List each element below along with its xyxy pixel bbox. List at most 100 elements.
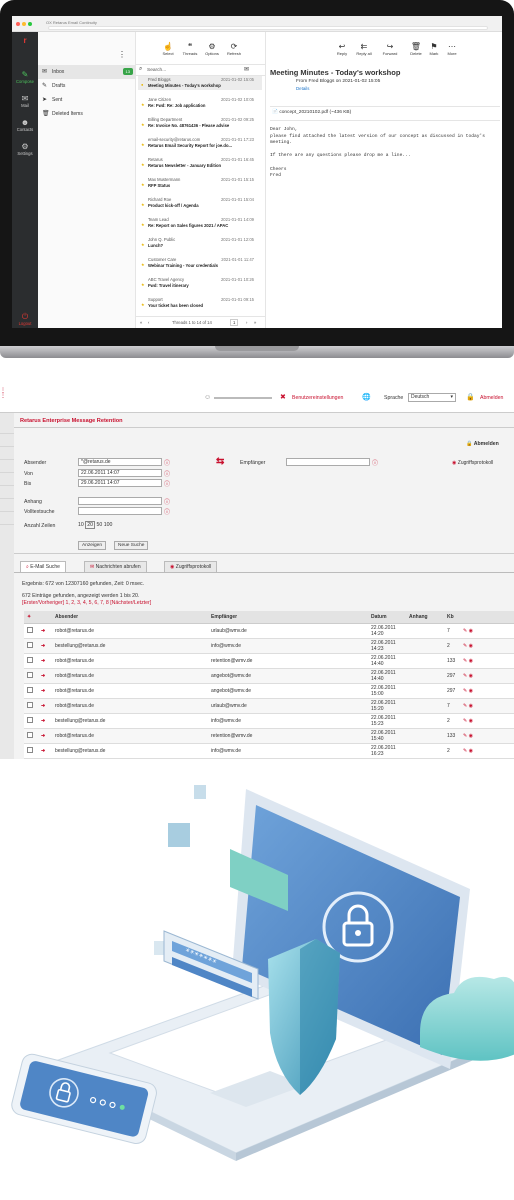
nav-logout[interactable]: ⏻ Logout — [12, 312, 38, 326]
last-page-icon[interactable]: » — [254, 320, 256, 325]
maximize-window-icon[interactable] — [28, 22, 32, 26]
message-row[interactable]: Richard Roe 2021-01-01 15:04 ★ Product kick… — [138, 196, 262, 210]
message-row[interactable]: Customer Care 2021-01-01 11:47 ★ Webinar Tr… — [138, 256, 262, 270]
select-cell[interactable] — [24, 623, 38, 639]
edit-icon[interactable]: ✎ — [463, 628, 467, 634]
select-cell[interactable] — [24, 713, 38, 729]
folder-sent[interactable]: ➤ Sent — [38, 93, 136, 107]
access-log-link[interactable]: ◉ Zugriffsprotokoll — [452, 460, 493, 466]
eye-icon[interactable]: ◉ — [469, 658, 473, 664]
swap-arrows-icon[interactable]: ⇆ — [216, 456, 224, 467]
details-link[interactable]: Details — [296, 86, 309, 91]
edit-icon[interactable]: ✎ — [463, 733, 467, 739]
reply-all-button[interactable]: ⇇ Reply all — [352, 42, 376, 56]
row-checkbox[interactable] — [27, 686, 33, 693]
row-checkbox[interactable] — [27, 746, 33, 753]
info-icon[interactable]: ⓘ — [164, 497, 170, 506]
eye-icon[interactable]: ◉ — [469, 718, 473, 724]
sender-input[interactable]: *@retarus.de — [78, 458, 162, 466]
message-row[interactable]: Billing Department 2021-01-02 09:25 ★ Re: I… — [138, 116, 262, 130]
edit-icon[interactable]: ✎ — [463, 658, 467, 664]
next-page-icon[interactable]: › — [246, 320, 247, 325]
star-icon[interactable]: ★ — [141, 242, 145, 247]
folder-inbox[interactable]: ✉ Inbox 13 — [38, 65, 136, 79]
table-row[interactable]: ➜ bestellung@retarus.de info@wmv.de 22.06.2… — [24, 638, 514, 654]
side-nav-items[interactable] — [0, 421, 14, 531]
star-icon[interactable]: ★ — [141, 142, 145, 147]
tab-fetch-messages[interactable]: ✉ Nachrichten abrufen — [84, 561, 147, 572]
user-settings-link[interactable]: Benutzereinstellungen — [292, 395, 343, 401]
tab-email-search[interactable]: ⌕ E-Mail Suche — [20, 561, 66, 572]
info-icon[interactable]: ⓘ — [164, 479, 170, 488]
result-pager[interactable]: [Erster/Vorheriger] 1, 2, 3, 4, 5, 6, 7,… — [22, 600, 151, 606]
message-row[interactable]: email-security@retarus.com 2021-01-01 17:… — [138, 136, 262, 150]
fulltext-input[interactable] — [78, 507, 162, 515]
minimize-window-icon[interactable] — [22, 22, 26, 26]
eye-icon[interactable]: ◉ — [469, 703, 473, 709]
table-row[interactable]: ➜ robot@retarus.de angebot@wmv.de 22.06.201… — [24, 668, 514, 684]
from-date-input[interactable]: 22.06.2011 14:07 — [78, 469, 162, 477]
refresh-button[interactable]: ⟳ Refresh — [222, 42, 246, 56]
options-button[interactable]: ⚙ Options — [200, 42, 224, 56]
table-row[interactable]: ➜ robot@retarus.de urlaub@wmv.de 22.06.2011… — [24, 698, 514, 714]
row-checkbox[interactable] — [27, 671, 33, 678]
logout-link[interactable]: Abmelden — [480, 395, 503, 401]
rows-option-20[interactable]: 20 — [85, 521, 96, 529]
message-row[interactable]: Team Lead 2021-01-01 14:09 ★ Re: Report on … — [138, 216, 262, 230]
column-kb[interactable]: Kb — [444, 611, 460, 624]
language-select[interactable]: Deutsch ▾ — [408, 393, 456, 402]
close-window-icon[interactable] — [16, 22, 20, 26]
table-row[interactable]: ➜ robot@retarus.de retention@wmv.de 22.06.2… — [24, 653, 514, 669]
select-cell[interactable] — [24, 698, 38, 714]
edit-icon[interactable]: ✎ — [463, 748, 467, 754]
star-icon[interactable]: ★ — [141, 202, 145, 207]
star-icon[interactable]: ★ — [141, 182, 145, 187]
table-row[interactable]: ➜ bestellung@retarus.de info@wmv.de 22.06.2… — [24, 743, 514, 759]
nav-compose[interactable]: ✎ Compose — [12, 70, 38, 84]
folder-drafts[interactable]: ✎ Drafts — [38, 79, 136, 93]
star-icon[interactable]: ★ — [141, 222, 145, 227]
eye-icon[interactable]: ◉ — [469, 748, 473, 754]
column-recipient[interactable]: Empfänger — [208, 611, 368, 624]
edit-icon[interactable]: ✎ — [463, 703, 467, 709]
column-date[interactable]: Datum — [368, 611, 406, 624]
nav-mail[interactable]: ✉ Mail — [12, 94, 38, 108]
star-icon[interactable]: ★ — [141, 302, 145, 307]
info-icon[interactable]: ⓘ — [164, 469, 170, 478]
tab-access-log[interactable]: ◉ Zugriffsprotokoll — [164, 561, 218, 572]
star-icon[interactable]: ★ — [141, 102, 145, 107]
rows-option-100[interactable]: 100 — [104, 522, 113, 528]
select-cell[interactable] — [24, 653, 38, 669]
reply-button[interactable]: ↩ Reply — [330, 42, 354, 56]
select-cell[interactable] — [24, 728, 38, 744]
message-row[interactable]: Max Mustermann 2021-01-01 15:15 ★ RFP Statu… — [138, 176, 262, 190]
more-button[interactable]: ⋯ More — [440, 42, 464, 56]
info-icon[interactable]: ⓘ — [164, 458, 170, 467]
select-cell[interactable] — [24, 683, 38, 699]
envelope-filter-icon[interactable]: ✉ — [244, 66, 249, 73]
table-row[interactable]: ➜ robot@retarus.de urlaub@wmv.de 22.06.2011… — [24, 623, 514, 639]
rows-option-10[interactable]: 10 — [78, 522, 84, 528]
message-row[interactable]: John Q. Public 2021-01-01 12:05 ★ Lunch? — [138, 236, 262, 250]
eye-icon[interactable]: ◉ — [469, 643, 473, 649]
address-bar[interactable] — [48, 26, 488, 30]
message-row[interactable]: Jane Citizen 2021-01-02 10:05 ★ Re: Fwd: Re… — [138, 96, 262, 110]
row-checkbox[interactable] — [27, 626, 33, 633]
eye-icon[interactable]: ◉ — [469, 673, 473, 679]
eye-icon[interactable]: ◉ — [469, 628, 473, 634]
star-icon[interactable]: ★ — [141, 122, 145, 127]
abmelden-link[interactable]: 🔒 Abmelden — [466, 441, 499, 447]
recipient-input[interactable] — [286, 458, 370, 466]
star-icon[interactable]: ★ — [141, 162, 145, 167]
row-checkbox[interactable] — [27, 731, 33, 738]
message-row[interactable]: Fred Bloggs 2021-01-02 15:05 ● Meeting Minu… — [138, 76, 262, 90]
search-box[interactable]: ⌕ Search... ✉ — [136, 64, 266, 76]
folder-deleted[interactable]: 🗑 Deleted Items — [38, 107, 136, 121]
edit-icon[interactable]: ✎ — [463, 643, 467, 649]
edit-icon[interactable]: ✎ — [463, 673, 467, 679]
eye-icon[interactable]: ◉ — [469, 688, 473, 694]
first-page-icon[interactable]: « — [140, 320, 142, 325]
info-icon[interactable]: ⓘ — [164, 507, 170, 516]
column-sender[interactable]: Absender — [52, 611, 208, 624]
info-icon[interactable]: ⓘ — [372, 458, 378, 467]
